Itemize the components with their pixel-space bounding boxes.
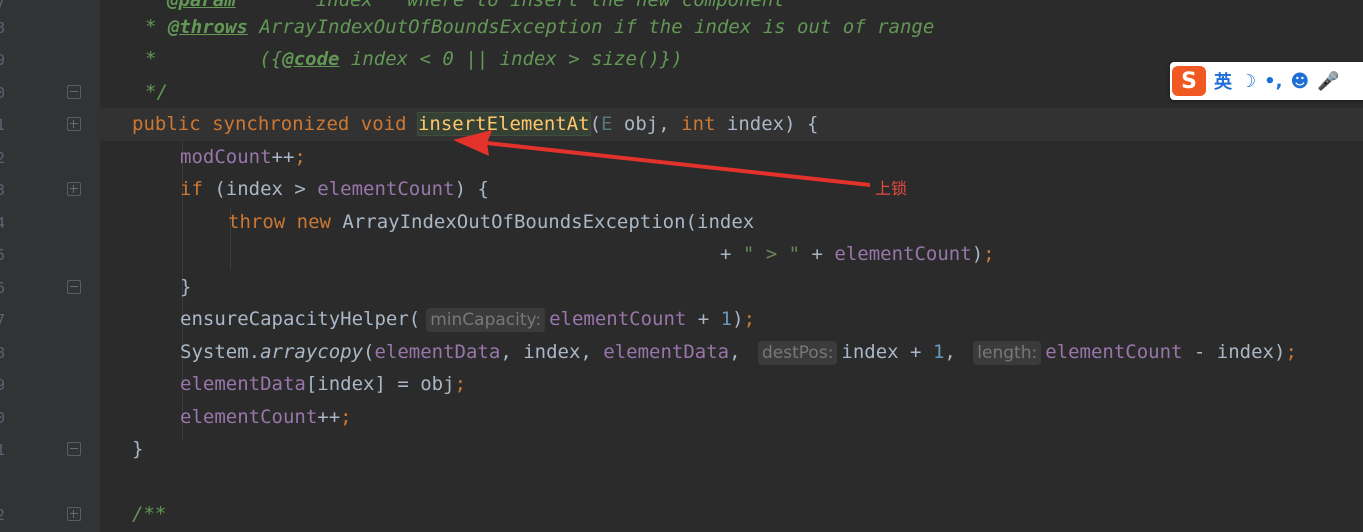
microphone-icon[interactable]: 🎤	[1317, 71, 1339, 92]
ime-language-toggle[interactable]: 英	[1214, 68, 1232, 94]
emoji-icon[interactable]: ☻	[1290, 71, 1309, 92]
annotation-arrow-head	[453, 130, 492, 156]
annotation-arrow-shaft	[486, 141, 870, 187]
annotation-arrow	[453, 130, 870, 187]
ime-toolbar[interactable]: S 英 ☽ •, ☻ 🎤	[1170, 62, 1363, 100]
moon-icon[interactable]: ☽	[1240, 71, 1256, 92]
annotation-text: 上锁	[875, 179, 908, 198]
sogou-logo-icon[interactable]: S	[1172, 66, 1206, 96]
punctuation-icon[interactable]: •,	[1264, 71, 1282, 92]
